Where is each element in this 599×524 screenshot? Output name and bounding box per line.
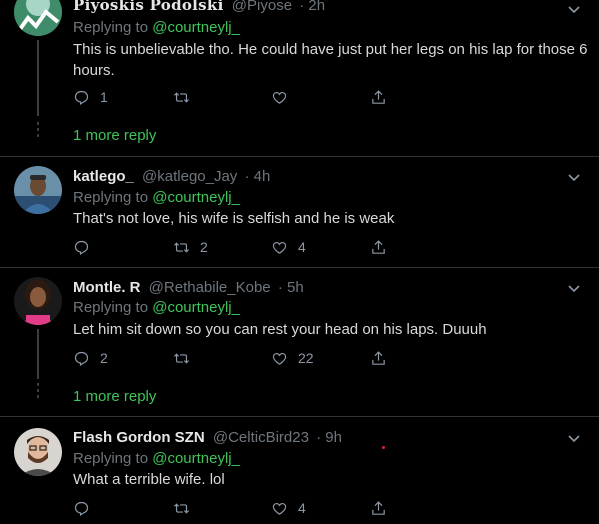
avatar[interactable] <box>14 166 62 214</box>
thread-dots <box>37 122 39 140</box>
share-icon <box>372 89 385 104</box>
timestamp[interactable]: · 9h <box>316 429 342 446</box>
tweet-actions: 1 <box>73 87 393 107</box>
reply-button[interactable]: 1 <box>73 87 108 107</box>
thread-line <box>37 329 39 379</box>
like-button[interactable]: 4 <box>271 237 306 257</box>
tweet-text: This is unbelievable tho. He could have … <box>73 41 588 79</box>
retweet-button[interactable] <box>173 87 200 107</box>
reply-button[interactable] <box>73 237 100 257</box>
mention-link[interactable]: @courtneylj_ <box>152 299 240 316</box>
tweet-actions: 4 <box>73 498 393 518</box>
like-button[interactable]: 22 <box>271 348 314 368</box>
reply-button[interactable]: 2 <box>73 348 108 368</box>
user-handle[interactable]: @CelticBird23 <box>213 429 309 446</box>
display-name[interactable]: katlego_ <box>73 168 134 185</box>
heart-icon <box>272 352 287 365</box>
chevron-down-icon[interactable] <box>567 281 581 295</box>
timestamp[interactable]: · 5h <box>278 279 304 296</box>
share-button[interactable] <box>370 498 387 518</box>
user-handle[interactable]: @Piyose <box>232 0 292 14</box>
decorative-dot <box>382 446 385 449</box>
retweet-icon <box>173 352 190 364</box>
timestamp[interactable]: · 2h <box>299 0 325 14</box>
replying-to-label: Replying to <box>73 450 149 467</box>
avatar[interactable] <box>14 277 62 325</box>
like-button[interactable] <box>271 87 298 107</box>
reply-icon <box>74 240 89 255</box>
tweet-text: Let him sit down so you can rest your he… <box>73 321 487 338</box>
mention-link[interactable]: @courtneylj_ <box>152 19 240 36</box>
timestamp[interactable]: · 4h <box>244 168 270 185</box>
retweet-icon <box>173 91 190 103</box>
display-name[interactable]: Piyoskis Podolski <box>73 0 224 14</box>
reply-count: 1 <box>100 89 108 105</box>
share-icon <box>372 239 385 254</box>
mention-link[interactable]: @courtneylj_ <box>152 189 240 206</box>
share-icon <box>372 350 385 365</box>
heart-icon <box>272 91 287 104</box>
reply-tweet[interactable]: Flash Gordon SZN @CelticBird23 · 9h Repl… <box>0 417 599 524</box>
reply-icon <box>74 351 89 366</box>
reply-tweet[interactable]: katlego_ @katlego_Jay · 4h Replying to @… <box>0 157 599 267</box>
share-button[interactable] <box>370 87 387 107</box>
mention-link[interactable]: @courtneylj_ <box>152 450 240 467</box>
retweet-button[interactable]: 2 <box>173 237 208 257</box>
display-name[interactable]: Flash Gordon SZN <box>73 429 205 446</box>
reply-tweet[interactable]: Montle. R @Rethabile_Kobe · 5h Replying … <box>0 268 599 416</box>
more-replies-link[interactable]: 1 more reply <box>73 127 156 144</box>
share-button[interactable] <box>370 237 387 257</box>
like-count: 22 <box>298 350 314 366</box>
heart-icon <box>272 241 287 254</box>
tweet-text: That's not love, his wife is selfish and… <box>73 210 395 227</box>
thread-dots <box>37 383 39 401</box>
chevron-down-icon[interactable] <box>567 2 581 16</box>
retweet-count: 2 <box>200 239 208 255</box>
retweet-icon <box>173 241 190 253</box>
share-button[interactable] <box>370 348 387 368</box>
tweet-actions: 2 22 <box>73 348 393 368</box>
tweet-text: What a terrible wife. lol <box>73 471 225 488</box>
reply-icon <box>74 501 89 516</box>
avatar[interactable] <box>14 0 62 36</box>
share-icon <box>372 500 385 515</box>
tweet-actions: 2 4 <box>73 237 393 257</box>
replying-to-label: Replying to <box>73 19 149 36</box>
reply-count: 2 <box>100 350 108 366</box>
heart-icon <box>272 502 287 515</box>
retweet-button[interactable] <box>173 348 200 368</box>
reply-icon <box>74 90 89 105</box>
user-handle[interactable]: @katlego_Jay <box>142 168 237 185</box>
display-name[interactable]: Montle. R <box>73 279 141 296</box>
more-replies-link[interactable]: 1 more reply <box>73 388 156 405</box>
replying-to-label: Replying to <box>73 299 149 316</box>
retweet-button[interactable] <box>173 498 200 518</box>
reply-tweet[interactable]: Piyoskis Podolski @Piyose · 2h Replying … <box>0 0 599 156</box>
thread-line <box>37 40 39 116</box>
like-count: 4 <box>298 500 306 516</box>
avatar[interactable] <box>14 428 62 476</box>
chevron-down-icon[interactable] <box>567 170 581 184</box>
chevron-down-icon[interactable] <box>567 431 581 445</box>
reply-button[interactable] <box>73 498 100 518</box>
retweet-icon <box>173 502 190 514</box>
replying-to-label: Replying to <box>73 189 149 206</box>
user-handle[interactable]: @Rethabile_Kobe <box>149 279 271 296</box>
like-button[interactable]: 4 <box>271 498 306 518</box>
like-count: 4 <box>298 239 306 255</box>
